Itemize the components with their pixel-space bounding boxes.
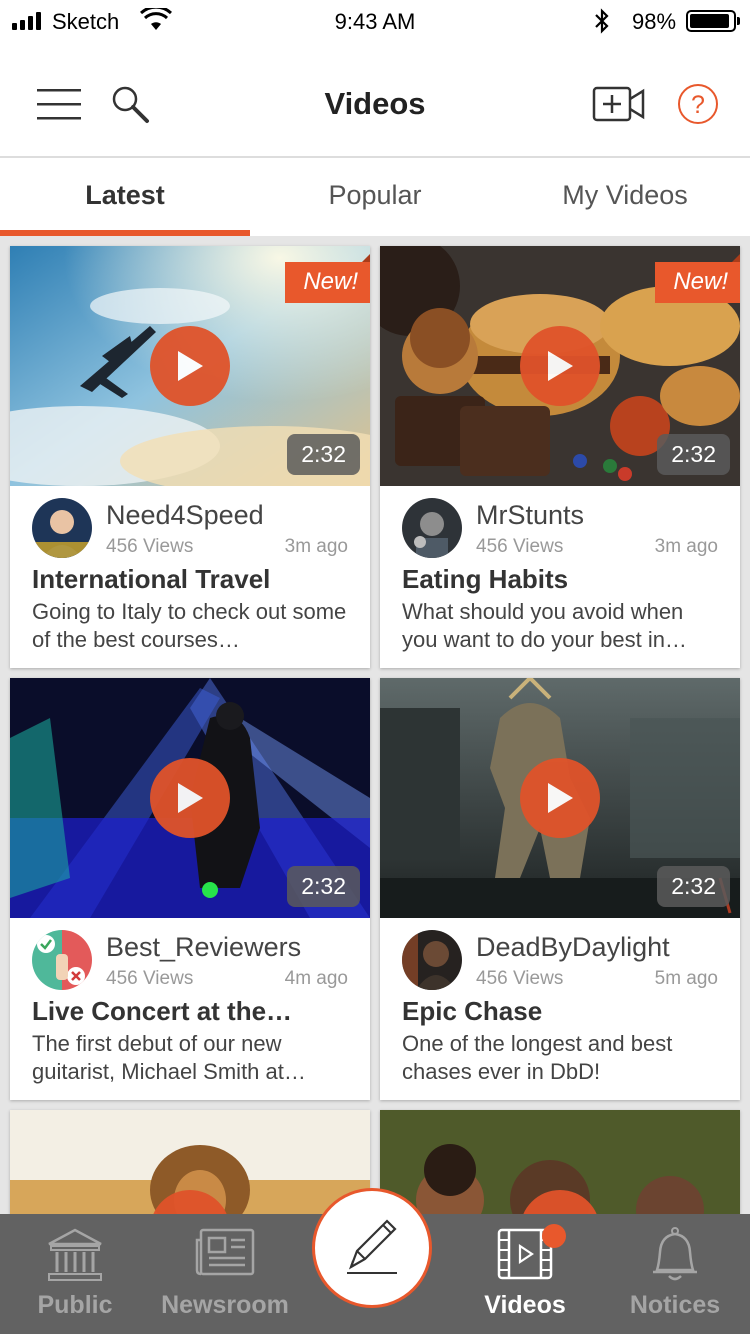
tab-my-videos[interactable]: My Videos: [500, 158, 750, 236]
add-video-icon[interactable]: [592, 84, 646, 124]
tab-label: Newsroom: [161, 1291, 289, 1319]
tab-label: Notices: [629, 1291, 721, 1319]
duration-badge: 2:32: [657, 434, 730, 475]
tab-newsroom[interactable]: Newsroom: [150, 1214, 300, 1334]
play-icon[interactable]: [150, 326, 230, 406]
duration-badge: 2:32: [287, 434, 360, 475]
video-card[interactable]: New! 2:32 Need4Speed 456 Views 3m ago In…: [10, 246, 370, 668]
tab-notices[interactable]: Notices: [600, 1214, 750, 1334]
video-title[interactable]: International Travel: [32, 564, 270, 595]
video-title[interactable]: Epic Chase: [402, 996, 542, 1027]
video-description: One of the longest and best chases ever …: [402, 1031, 673, 1084]
video-description: The first debut of our new guitarist, Mi…: [32, 1031, 306, 1084]
compose-button[interactable]: [312, 1188, 432, 1308]
tab-latest[interactable]: Latest: [0, 158, 250, 236]
menu-icon[interactable]: [36, 84, 82, 124]
new-badge: New!: [655, 254, 740, 303]
avatar[interactable]: [32, 930, 92, 990]
tab-label: Videos: [484, 1291, 566, 1319]
timestamp: 3m ago: [284, 536, 348, 557]
timestamp: 4m ago: [284, 968, 348, 989]
play-icon[interactable]: [150, 758, 230, 838]
view-count: 456 Views: [106, 968, 194, 989]
view-count: 456 Views: [476, 536, 564, 557]
timestamp: 5m ago: [654, 968, 718, 989]
author-name[interactable]: Need4Speed: [106, 500, 264, 531]
tab-videos[interactable]: Videos: [450, 1214, 600, 1334]
video-card[interactable]: 2:32 Best_Reviewers 456 Views 4m ago Liv…: [10, 678, 370, 1100]
newspaper-icon: [195, 1226, 255, 1283]
video-card[interactable]: [10, 1110, 370, 1216]
video-description: Going to Italy to check out some of the …: [32, 599, 347, 652]
video-feed[interactable]: New! 2:32 Need4Speed 456 Views 3m ago In…: [0, 236, 750, 1216]
timestamp: 3m ago: [654, 536, 718, 557]
video-thumbnail[interactable]: New! 2:32: [10, 246, 370, 486]
video-card[interactable]: 2:32 DeadByDaylight 456 Views 5m ago Epi…: [380, 678, 740, 1100]
author-name[interactable]: Best_Reviewers: [106, 932, 301, 963]
view-count: 456 Views: [106, 536, 194, 557]
video-thumbnail[interactable]: [10, 1110, 370, 1216]
video-description: What should you avoid when you want to d…: [402, 599, 687, 652]
video-title[interactable]: Eating Habits: [402, 564, 568, 595]
new-badge: New!: [285, 254, 370, 303]
video-thumbnail[interactable]: New! 2:32: [380, 246, 740, 486]
video-title[interactable]: Live Concert at the…: [32, 996, 292, 1027]
duration-badge: 2:32: [287, 866, 360, 907]
view-count: 456 Views: [476, 968, 564, 989]
play-icon[interactable]: [520, 326, 600, 406]
avatar[interactable]: [32, 498, 92, 558]
bluetooth-icon: [594, 8, 610, 39]
help-icon[interactable]: ?: [676, 82, 720, 126]
status-bar: Sketch 9:43 AM 98%: [0, 0, 750, 44]
play-icon[interactable]: [520, 758, 600, 838]
battery-icon: [686, 10, 740, 32]
author-name[interactable]: DeadByDaylight: [476, 932, 670, 963]
svg-text:?: ?: [691, 91, 705, 119]
nav-bar: Videos ?: [0, 44, 750, 158]
public-building-icon: [45, 1226, 105, 1289]
avatar[interactable]: [402, 498, 462, 558]
battery-percent: 98%: [632, 9, 677, 34]
author-name[interactable]: MrStunts: [476, 500, 584, 531]
tab-popular[interactable]: Popular: [250, 158, 500, 236]
video-card[interactable]: New! 2:32 MrStunts 456 Views 3m ago Eati…: [380, 246, 740, 668]
bell-icon: [647, 1226, 703, 1289]
notification-dot: [542, 1224, 566, 1248]
tab-public[interactable]: Public: [0, 1214, 150, 1334]
video-thumbnail[interactable]: 2:32: [10, 678, 370, 918]
video-card[interactable]: [380, 1110, 740, 1216]
duration-badge: 2:32: [657, 866, 730, 907]
segment-tabs: Latest Popular My Videos: [0, 158, 750, 236]
video-thumbnail[interactable]: 2:32: [380, 678, 740, 918]
avatar[interactable]: [402, 930, 462, 990]
tab-label: Public: [37, 1291, 113, 1319]
pen-icon: [337, 1211, 407, 1286]
video-thumbnail[interactable]: [380, 1110, 740, 1216]
search-icon[interactable]: [108, 84, 152, 124]
